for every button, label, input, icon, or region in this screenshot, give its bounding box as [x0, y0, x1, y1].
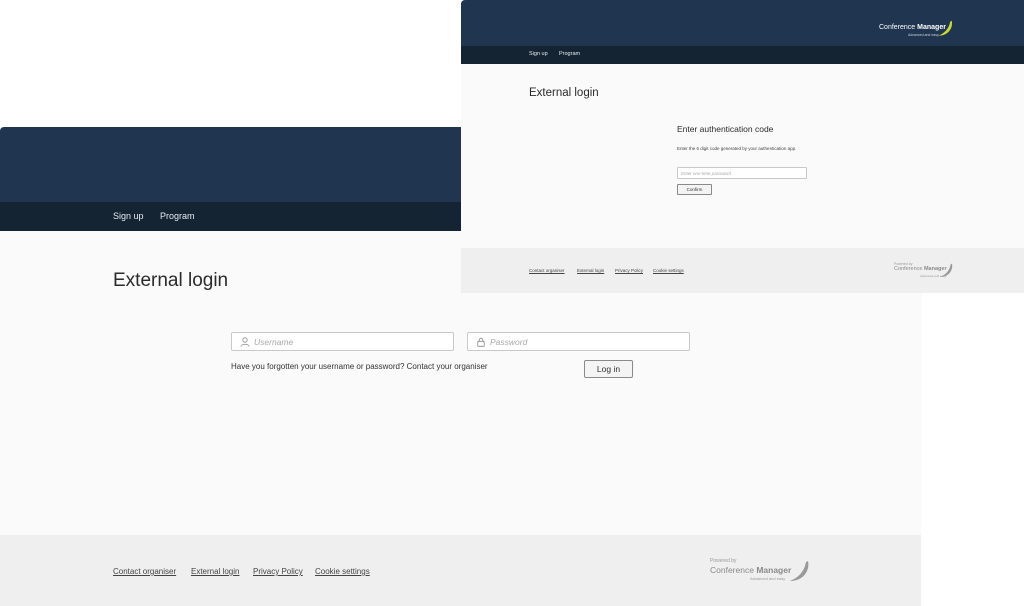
- user-icon: [240, 337, 250, 347]
- brand-tagline: Advanced and easy: [750, 576, 786, 581]
- page-title: External login: [113, 270, 229, 291]
- footer-link-privacy-policy[interactable]: Privacy Policy: [615, 268, 643, 273]
- banana-logo-icon: [790, 561, 809, 581]
- footer-link-contact-organiser[interactable]: Contact organiser: [113, 567, 176, 576]
- banana-logo-icon: [938, 20, 953, 36]
- two-factor-window: Conference Manager Advanced and easy Sig…: [461, 0, 1024, 293]
- login-button[interactable]: Log in: [584, 360, 633, 378]
- one-time-password-input[interactable]: [677, 167, 807, 179]
- brand-name: Conference Manager: [710, 565, 792, 575]
- password-input[interactable]: [490, 333, 685, 350]
- brand-tagline: Advanced and easy: [908, 33, 939, 37]
- site-footer: Contact organiser External login Privacy…: [461, 248, 1024, 293]
- nav-sign-up[interactable]: Sign up: [113, 211, 144, 221]
- powered-by-logo: Powered by Conference Manager Advanced a…: [894, 262, 964, 282]
- header-logo[interactable]: Conference Manager Advanced and easy: [879, 19, 979, 41]
- password-field[interactable]: [467, 332, 690, 351]
- username-input[interactable]: [254, 333, 449, 350]
- banana-logo-icon: [940, 263, 953, 277]
- main-nav: Sign up Program: [461, 46, 1024, 64]
- powered-by-label: Powered by: [710, 558, 737, 564]
- lock-icon: [477, 337, 485, 347]
- footer-link-privacy-policy[interactable]: Privacy Policy: [253, 567, 303, 576]
- forgot-credentials-text: Have you forgotten your username or pass…: [231, 362, 488, 371]
- footer-link-external-login[interactable]: External login: [191, 567, 239, 576]
- nav-program[interactable]: Program: [160, 211, 195, 221]
- site-header: Conference Manager Advanced and easy: [461, 0, 1024, 46]
- powered-by-logo: Powered by Conference Manager Advanced a…: [710, 558, 810, 588]
- page-title: External login: [529, 87, 599, 99]
- site-footer: Contact organiser External login Privacy…: [0, 535, 921, 606]
- auth-code-heading: Enter authentication code: [677, 124, 774, 134]
- footer-link-cookie-settings[interactable]: Cookie settings: [653, 268, 684, 273]
- nav-program[interactable]: Program: [559, 51, 580, 57]
- confirm-button[interactable]: Confirm: [677, 184, 712, 195]
- footer-link-cookie-settings[interactable]: Cookie settings: [315, 567, 370, 576]
- username-field[interactable]: [231, 332, 454, 351]
- auth-code-instructions: Enter the 6 digit code generated by your…: [677, 146, 797, 151]
- footer-link-contact-organiser[interactable]: Contact organiser: [529, 268, 565, 273]
- footer-link-external-login[interactable]: External login: [577, 268, 604, 273]
- nav-sign-up[interactable]: Sign up: [529, 51, 548, 57]
